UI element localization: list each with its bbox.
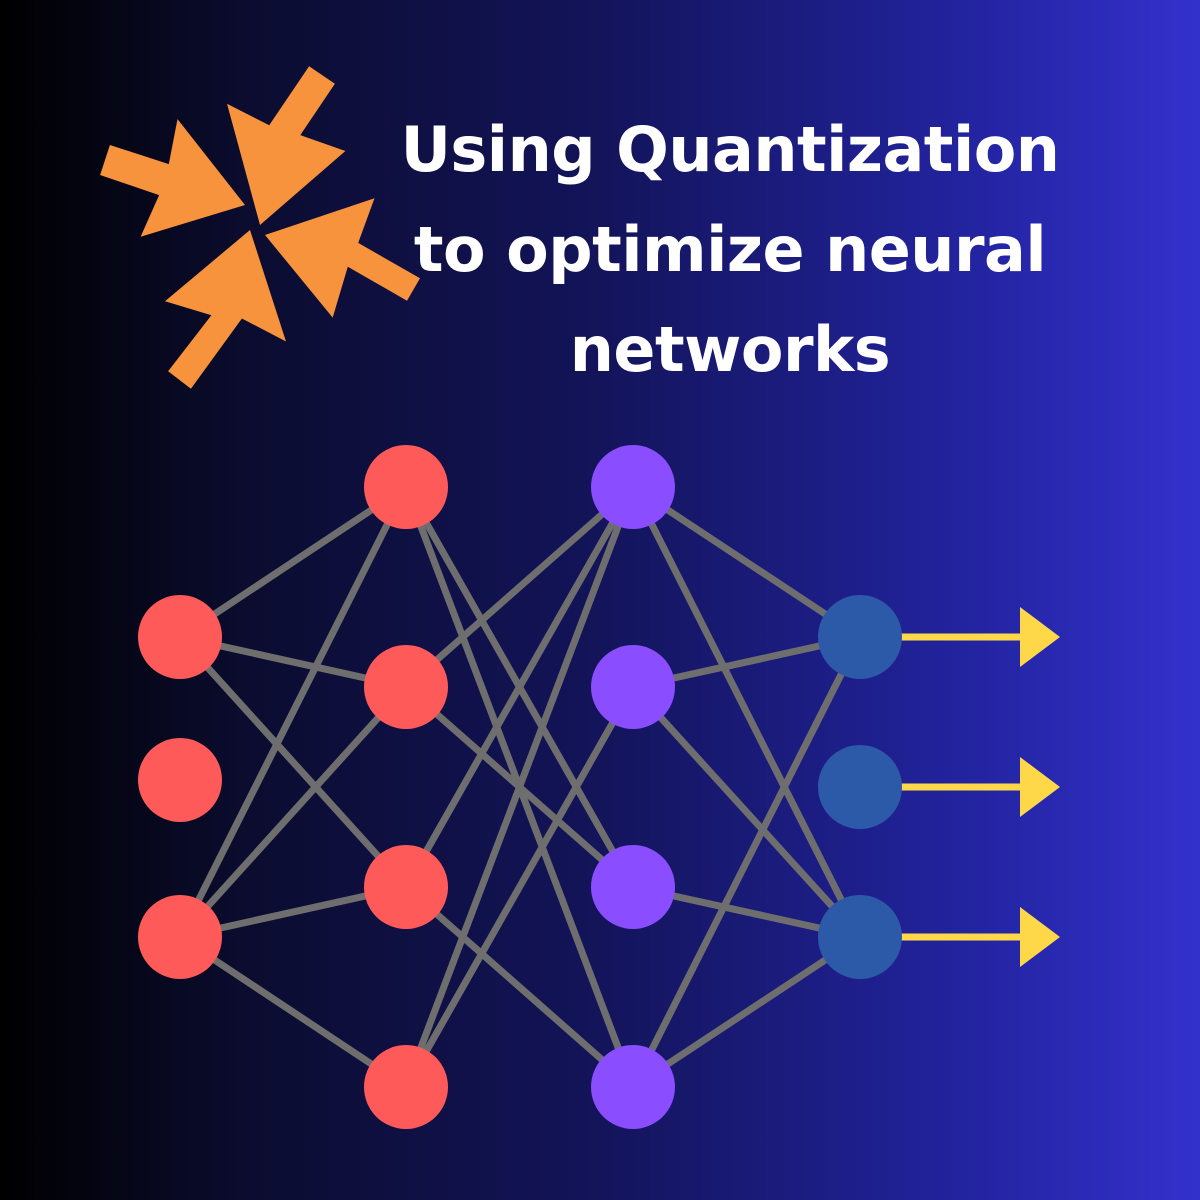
arrow-right-icon xyxy=(895,607,1060,667)
canvas: Using Quantization to optimize neural ne… xyxy=(0,0,1200,1200)
arrow-head xyxy=(1020,907,1060,967)
arrow-right-icon xyxy=(895,907,1060,967)
hidden-1-node xyxy=(364,645,448,729)
network-edge xyxy=(403,884,636,1090)
output-node xyxy=(818,895,902,979)
hidden-1-node xyxy=(364,445,448,529)
input-node xyxy=(138,738,222,822)
output-node xyxy=(818,745,902,829)
arrow-head xyxy=(1020,757,1060,817)
output-arrows xyxy=(895,607,1060,967)
input-node xyxy=(138,595,222,679)
hidden-2-node xyxy=(591,1045,675,1129)
hidden-1-node xyxy=(364,1045,448,1129)
neural-network-diagram xyxy=(138,445,1060,1129)
input-node xyxy=(138,895,222,979)
arrow-right-icon xyxy=(895,757,1060,817)
hidden-2-node xyxy=(591,445,675,529)
network-edges xyxy=(176,484,864,1090)
arrow-head xyxy=(1020,607,1060,667)
hidden-1-node xyxy=(364,845,448,929)
hidden-2-node xyxy=(591,845,675,929)
output-node xyxy=(818,595,902,679)
hidden-2-node xyxy=(591,645,675,729)
network-edge xyxy=(403,484,636,690)
